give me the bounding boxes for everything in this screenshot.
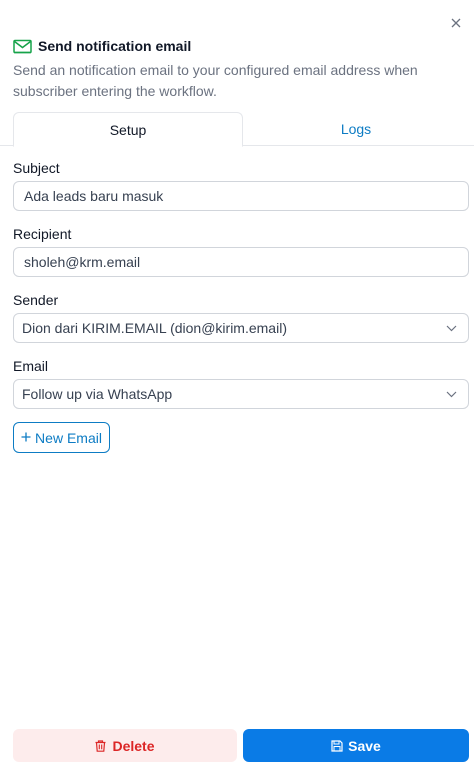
subject-label: Subject <box>13 160 60 176</box>
subject-value: Ada leads baru masuk <box>24 188 164 204</box>
sender-select[interactable]: Dion dari KIRIM.EMAIL (dion@kirim.email) <box>13 313 469 343</box>
tab-bar: Setup Logs <box>0 112 474 147</box>
sender-value: Dion dari KIRIM.EMAIL (dion@kirim.email) <box>22 320 287 336</box>
chevron-down-icon <box>446 322 458 334</box>
panel-header: Send notification email <box>13 37 191 55</box>
envelope-icon <box>13 37 33 55</box>
tab-logs[interactable]: Logs <box>243 112 469 146</box>
email-label: Email <box>13 358 49 374</box>
trash-icon <box>95 739 107 752</box>
plus-icon <box>21 430 31 446</box>
new-email-button[interactable]: New Email <box>13 422 110 453</box>
email-select[interactable]: Follow up via WhatsApp <box>13 379 469 409</box>
close-icon <box>451 15 461 33</box>
page-title: Send notification email <box>38 38 192 54</box>
save-button[interactable]: Save <box>243 729 469 762</box>
subject-input[interactable]: Ada leads baru masuk <box>13 181 469 211</box>
recipient-input[interactable]: sholeh@krm.email <box>13 247 469 277</box>
email-value: Follow up via WhatsApp <box>22 386 173 402</box>
save-label: Save <box>348 737 381 754</box>
page-description: Send an notification email to your confi… <box>13 62 418 99</box>
delete-label: Delete <box>112 737 155 754</box>
floppy-disk-icon <box>331 739 343 752</box>
sender-label: Sender <box>13 292 59 308</box>
recipient-label: Recipient <box>13 226 72 242</box>
chevron-down-icon <box>446 388 458 400</box>
close-button[interactable] <box>446 14 466 34</box>
tab-setup[interactable]: Setup <box>13 112 243 147</box>
new-email-label: New Email <box>35 429 102 446</box>
delete-button[interactable]: Delete <box>13 729 237 762</box>
recipient-value: sholeh@krm.email <box>24 254 141 270</box>
